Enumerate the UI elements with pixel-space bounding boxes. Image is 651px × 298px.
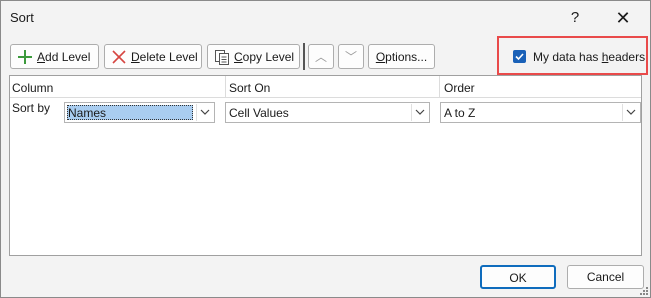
headers-checkbox[interactable] (513, 50, 526, 63)
x-icon (111, 49, 127, 65)
sort-by-label: Sort by (12, 101, 51, 115)
toolbar-separator (303, 43, 305, 70)
column-select-value: Names (68, 106, 107, 120)
options-label: Options... (375, 49, 428, 64)
delete-level-label: Delete Level (131, 49, 198, 64)
cancel-button[interactable]: Cancel (567, 265, 644, 289)
order-select[interactable]: A to Z (440, 102, 641, 123)
copy-icon (214, 49, 230, 65)
dialog-title: Sort (10, 10, 34, 25)
add-level-button[interactable]: Add Level (10, 44, 99, 69)
column-header-order: Order (444, 81, 475, 95)
chevron-down-icon[interactable] (411, 104, 428, 121)
copy-level-button[interactable]: Copy Level (207, 44, 300, 69)
column-header-column: Column (12, 81, 54, 95)
checkmark-icon (515, 53, 524, 61)
close-button[interactable]: ✕ (611, 7, 635, 29)
move-down-button[interactable]: ﹀ (338, 44, 364, 69)
sort-dialog: Sort ? ✕ Add Level Delete Level Copy Lev… (0, 0, 651, 298)
delete-level-button[interactable]: Delete Level (104, 44, 202, 69)
plus-icon (17, 49, 33, 65)
help-button[interactable]: ? (564, 7, 586, 29)
ok-button[interactable]: OK (480, 265, 556, 289)
column-divider (439, 76, 440, 97)
header-separator (10, 97, 641, 98)
order-select-value: A to Z (444, 106, 476, 120)
sort-on-select[interactable]: Cell Values (225, 102, 430, 123)
add-level-label: Add Level (37, 49, 91, 64)
chevron-down-icon[interactable] (196, 104, 213, 121)
resize-grip-icon[interactable] (640, 287, 648, 295)
title-bar: Sort ? ✕ (1, 1, 650, 35)
copy-level-label: Copy Level (234, 49, 295, 64)
headers-checkbox-label[interactable]: My data has headers (533, 50, 645, 64)
column-header-sort-on: Sort On (229, 81, 271, 95)
column-divider (225, 76, 226, 97)
move-up-button[interactable]: ︿ (308, 44, 334, 69)
column-select[interactable]: Names (64, 102, 215, 123)
chevron-down-icon: ﹀ (344, 50, 357, 64)
chevron-up-icon: ︿ (314, 50, 327, 64)
chevron-down-icon[interactable] (622, 104, 639, 121)
sort-on-select-value: Cell Values (229, 106, 289, 120)
options-button[interactable]: Options... (368, 44, 435, 69)
sort-levels-grid: Column Sort On Order Sort by Names Cell … (9, 75, 642, 256)
